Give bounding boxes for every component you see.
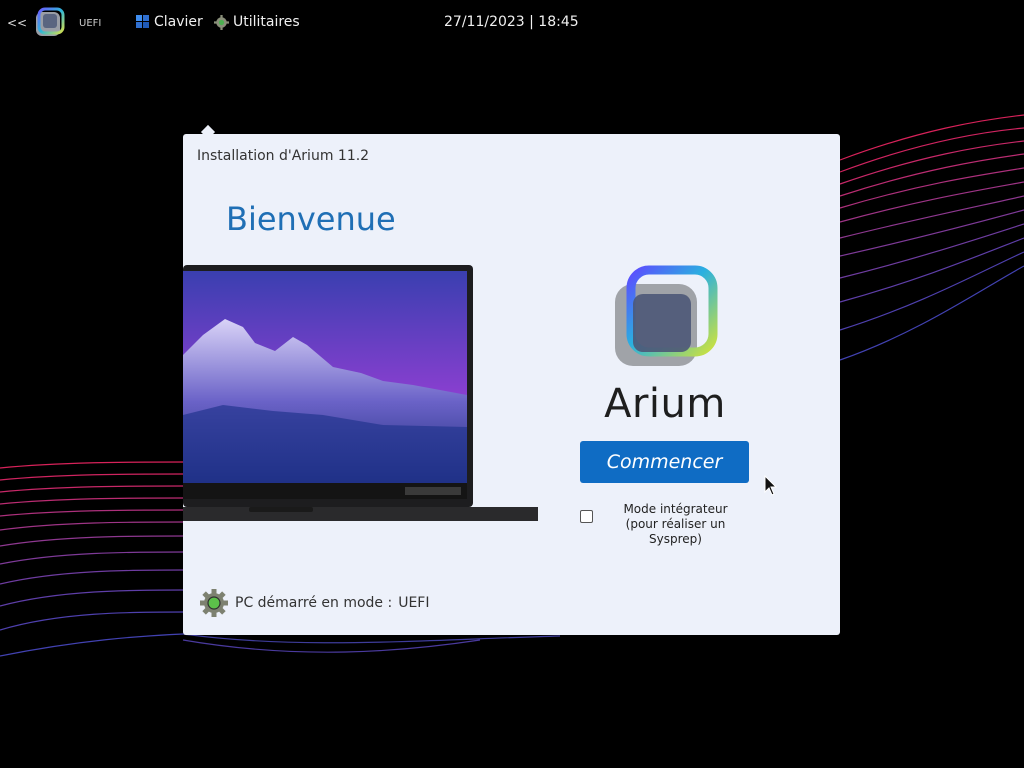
welcome-heading: Bienvenue [226, 200, 396, 238]
dialog-title: Installation d'Arium 11.2 [197, 148, 370, 164]
start-button[interactable]: Commencer [580, 441, 749, 483]
brand-name: Arium [604, 381, 726, 427]
desktop: << UEFI Clavier Utilitaires 27/11/2023 |… [0, 0, 1024, 768]
back-button[interactable]: << [7, 16, 27, 30]
top-bar: << UEFI Clavier Utilitaires 27/11/2023 |… [0, 0, 1024, 48]
integrator-mode-label[interactable]: Mode intégrateur (pour réaliser un Syspr… [598, 502, 753, 547]
clock: 27/11/2023 | 18:45 [444, 14, 579, 30]
arium-logo-icon[interactable] [32, 6, 66, 40]
installer-dialog: Installation d'Arium 11.2 Bienvenue Ariu… [183, 134, 840, 635]
boot-mode-status: PC démarré en mode : UEFI [199, 588, 430, 618]
gear-icon [214, 14, 229, 30]
integrator-mode-label-line2: (pour réaliser un Sysprep) [625, 517, 726, 546]
laptop-illustration [183, 265, 538, 521]
keyboard-grid-icon [136, 15, 149, 28]
mouse-pointer-icon [764, 475, 778, 496]
utilities-menu[interactable]: Utilitaires [214, 14, 300, 30]
boot-mode-label: PC démarré en mode : [235, 595, 393, 611]
keyboard-menu[interactable]: Clavier [136, 14, 203, 30]
keyboard-menu-label: Clavier [154, 14, 203, 30]
integrator-mode-checkbox[interactable] [580, 510, 593, 523]
gear-status-icon [200, 589, 228, 617]
boot-mode-value: UEFI [398, 595, 430, 611]
firmware-mode-label: UEFI [79, 18, 102, 29]
utilities-menu-label: Utilitaires [233, 14, 300, 30]
integrator-mode-label-line1: Mode intégrateur [623, 502, 728, 516]
